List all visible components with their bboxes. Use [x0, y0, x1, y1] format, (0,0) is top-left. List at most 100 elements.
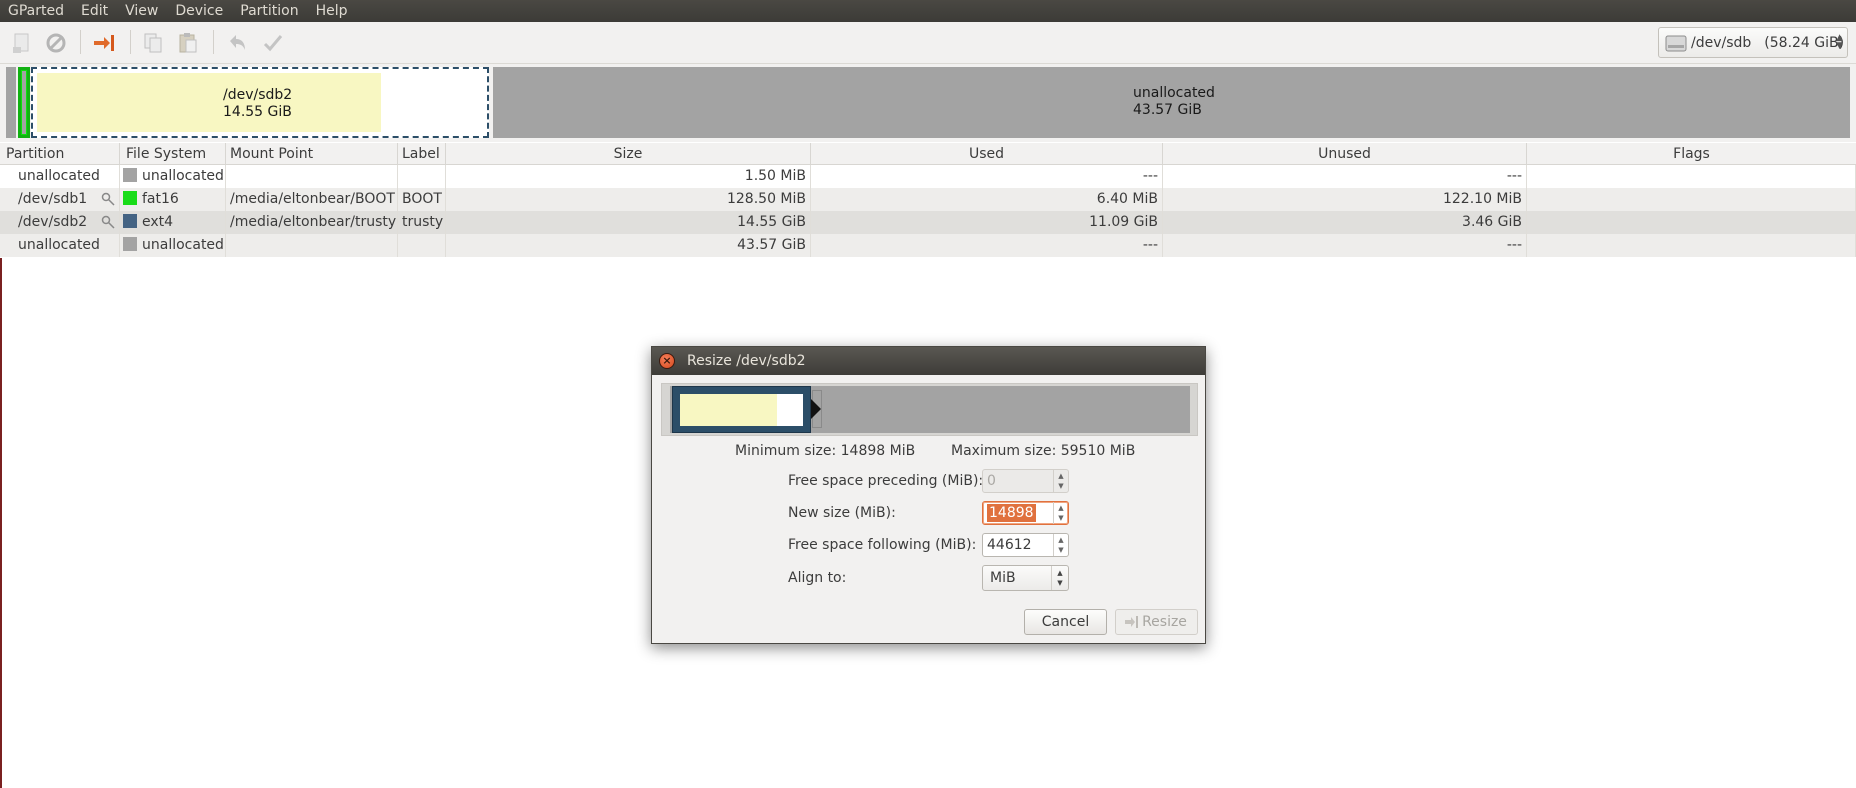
cell-used: 6.40 MiB [811, 188, 1163, 211]
menu-device[interactable]: Device [167, 0, 232, 22]
col-used[interactable]: Used [811, 143, 1163, 164]
new-icon [13, 33, 29, 53]
maximum-size-text: Maximum size: 59510 MiB [951, 443, 1136, 459]
diskmap-sdb2-used [37, 73, 381, 132]
spin-buttons[interactable]: ▲ ▼ [1053, 502, 1068, 524]
cell-flags [1527, 211, 1856, 234]
cell-mountpoint [226, 165, 398, 188]
free-following-label: Free space following (MiB): [788, 537, 977, 553]
fs-swatch [123, 237, 137, 251]
menu-gparted[interactable]: GParted [0, 0, 73, 22]
delete-button[interactable] [42, 29, 70, 57]
copy-icon [144, 33, 162, 53]
menu-edit[interactable]: Edit [73, 0, 117, 22]
cell-unused: --- [1163, 234, 1527, 257]
diskmap-unallocated-label: unallocated 43.57 GiB [1133, 85, 1215, 118]
cell-unused: 122.10 MiB [1163, 188, 1527, 211]
col-size[interactable]: Size [446, 143, 811, 164]
cell-partition: unallocated [0, 234, 120, 257]
cell-partition: /dev/sdb2 [0, 211, 120, 234]
toolbar: /dev/sdb (58.24 GiB) ▲ ▼ [0, 22, 1856, 64]
col-mountpoint[interactable]: Mount Point [226, 143, 398, 164]
menu-help[interactable]: Help [308, 0, 357, 22]
window-edge [0, 258, 2, 788]
fs-swatch [123, 168, 137, 182]
table-row-selected[interactable]: /dev/sdb2 ext4 /media/eltonbear/trusty t… [0, 211, 1856, 234]
table-row[interactable]: /dev/sdb1 fat16 /media/eltonbear/BOOT BO… [0, 188, 1856, 211]
dialog-titlebar: × Resize /dev/sdb2 [652, 347, 1205, 375]
diskmap-unallocated[interactable]: unallocated 43.57 GiB [493, 67, 1850, 138]
close-icon[interactable]: × [659, 353, 675, 369]
resize-move-icon [1125, 616, 1138, 628]
cell-size: 1.50 MiB [446, 165, 811, 188]
cell-unused: 3.46 GiB [1163, 211, 1527, 234]
table-row[interactable]: unallocated unallocated 43.57 GiB --- --… [0, 234, 1856, 257]
cell-unused: --- [1163, 165, 1527, 188]
spin-buttons[interactable]: ▲ ▼ [1053, 470, 1068, 492]
col-partition[interactable]: Partition [0, 143, 120, 164]
cell-flags [1527, 165, 1856, 188]
device-size: (58.24 GiB) [1764, 34, 1845, 51]
paste-icon [179, 33, 197, 53]
resize-move-icon [94, 35, 114, 51]
align-to-combobox[interactable]: MiB ▲ ▼ [982, 565, 1069, 591]
cell-label [398, 234, 446, 257]
col-filesystem[interactable]: File System [120, 143, 226, 164]
delete-icon [46, 33, 66, 53]
diskmap-unallocated-start[interactable] [6, 67, 16, 138]
diskmap-sdb2[interactable]: /dev/sdb2 14.55 GiB [31, 67, 489, 138]
copy-button[interactable] [139, 29, 167, 57]
cell-flags [1527, 188, 1856, 211]
cell-mountpoint: /media/eltonbear/BOOT [226, 188, 398, 211]
dialog-title: Resize /dev/sdb2 [687, 353, 806, 369]
cell-partition: unallocated [0, 165, 120, 188]
resize-map-partition[interactable] [672, 386, 811, 433]
free-following-spinbox[interactable]: 44612 ▲ ▼ [982, 533, 1069, 557]
cell-mountpoint [226, 234, 398, 257]
new-partition-button[interactable] [8, 29, 36, 57]
diskmap-sdb2-label: /dev/sdb2 14.55 GiB [223, 87, 293, 120]
menu-partition[interactable]: Partition [232, 0, 307, 22]
undo-button[interactable] [223, 29, 251, 57]
updown-icon: ▲ ▼ [1051, 566, 1068, 590]
col-flags[interactable]: Flags [1527, 143, 1856, 164]
resize-button[interactable]: Resize [1115, 609, 1198, 635]
cell-filesystem: unallocated [120, 165, 226, 188]
cell-mountpoint: /media/eltonbear/trusty [226, 211, 398, 234]
cell-filesystem: ext4 [120, 211, 226, 234]
resize-arrow-icon[interactable] [811, 399, 821, 419]
cell-label: BOOT [398, 188, 446, 211]
free-preceding-label: Free space preceding (MiB): [788, 473, 984, 489]
key-icon [101, 215, 115, 229]
cell-filesystem: unallocated [120, 234, 226, 257]
partition-table: Partition File System Mount Point Label … [0, 143, 1856, 257]
apply-icon [263, 35, 283, 52]
paste-button[interactable] [174, 29, 202, 57]
cell-used: --- [811, 165, 1163, 188]
resize-dialog: × Resize /dev/sdb2 Minimum size: 14898 M… [651, 346, 1206, 644]
align-to-label: Align to: [788, 570, 847, 586]
free-preceding-spinbox[interactable]: 0 ▲ ▼ [982, 469, 1069, 493]
diskmap-sdb1[interactable] [18, 67, 30, 138]
new-size-spinbox[interactable]: 14898 ▲ ▼ [982, 501, 1069, 525]
apply-button[interactable] [259, 29, 287, 57]
cell-flags [1527, 234, 1856, 257]
spin-buttons[interactable]: ▲ ▼ [1053, 534, 1068, 556]
cell-size: 43.57 GiB [446, 234, 811, 257]
cell-filesystem: fat16 [120, 188, 226, 211]
cell-size: 14.55 GiB [446, 211, 811, 234]
cell-label: trusty [398, 211, 446, 234]
resize-map [661, 383, 1198, 436]
col-unused[interactable]: Unused [1163, 143, 1527, 164]
undo-icon [230, 35, 245, 50]
cell-size: 128.50 MiB [446, 188, 811, 211]
resize-move-button[interactable] [90, 29, 118, 57]
device-selector[interactable]: /dev/sdb (58.24 GiB) ▲ ▼ [1658, 27, 1848, 58]
col-label[interactable]: Label [398, 143, 446, 164]
fs-swatch [123, 191, 137, 205]
table-header: Partition File System Mount Point Label … [0, 143, 1856, 165]
table-row[interactable]: unallocated unallocated 1.50 MiB --- --- [0, 165, 1856, 188]
cancel-button[interactable]: Cancel [1024, 609, 1107, 635]
cell-partition: /dev/sdb1 [0, 188, 120, 211]
menu-view[interactable]: View [117, 0, 167, 22]
